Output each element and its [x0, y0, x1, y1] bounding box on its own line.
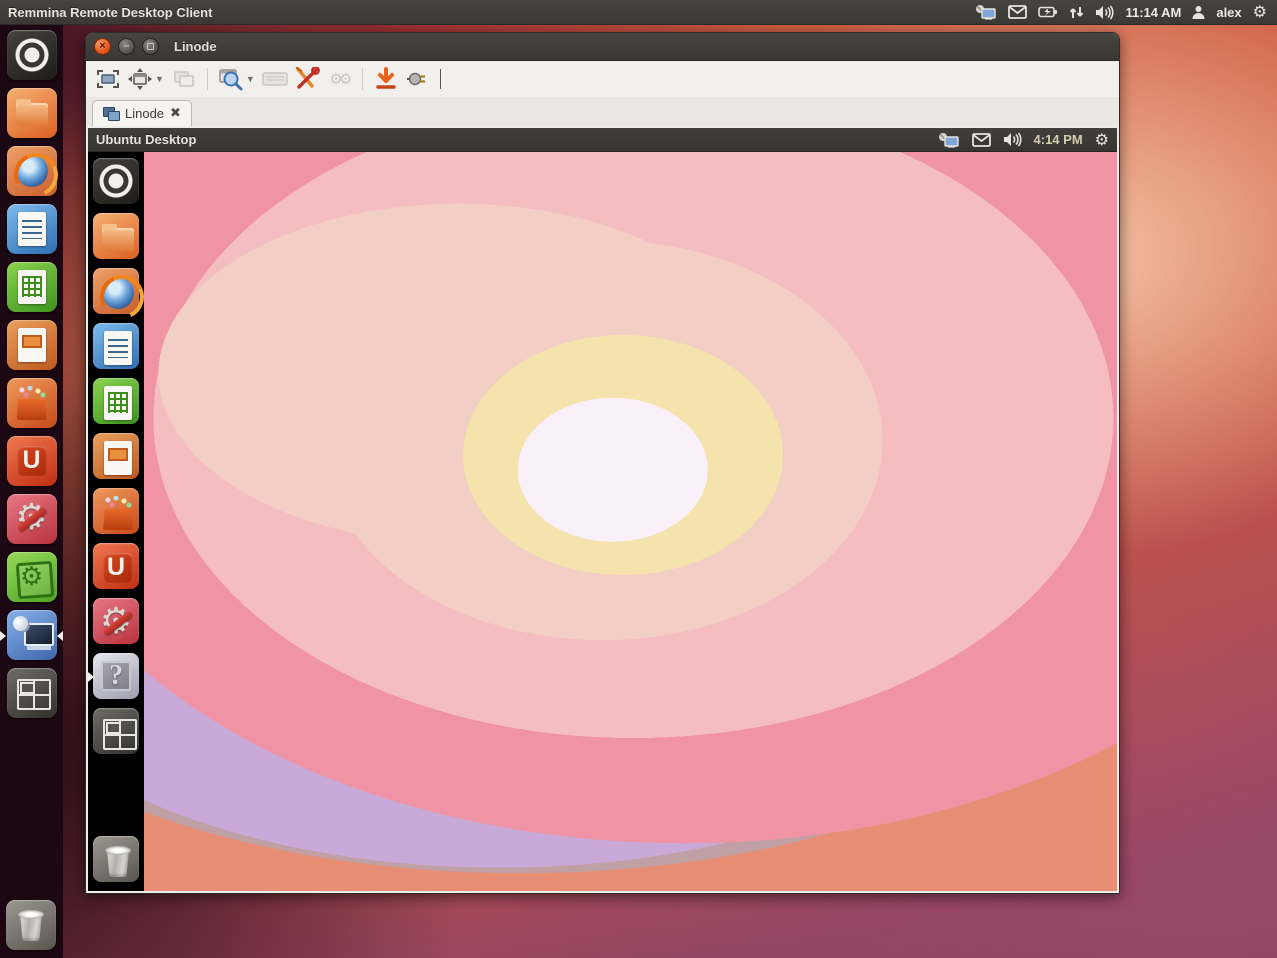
volume-indicator-icon[interactable]: [1095, 5, 1114, 20]
window-minimize-button[interactable]: –: [118, 38, 135, 55]
ubuntu-software-center-launcher[interactable]: [93, 488, 139, 534]
scaled-mode-button[interactable]: [217, 65, 245, 93]
toolbar-separator: [207, 68, 208, 90]
remote-unity-launcher: [88, 152, 144, 891]
ubuntu-software-center-launcher[interactable]: [7, 378, 57, 428]
host-clock[interactable]: 11:14 AM: [1125, 5, 1181, 20]
remmina-toolbar: ▼ ▼ ⚙⚙: [86, 61, 1119, 97]
dash-home-button[interactable]: [7, 30, 57, 80]
remmina-window: × – Linode ▼ ▼ ⚙⚙: [85, 32, 1120, 894]
remote-top-panel: Ubuntu Desktop 4:14 PM ⚙: [88, 128, 1117, 152]
trash-launcher[interactable]: [93, 836, 139, 882]
active-app-title: Remmina Remote Desktop Client: [0, 5, 212, 20]
ubuntu-one-launcher[interactable]: [7, 436, 57, 486]
preferences-button: ⚙⚙: [325, 65, 353, 93]
window-titlebar[interactable]: × – Linode: [86, 33, 1119, 61]
network-traffic-indicator-icon[interactable]: [1069, 5, 1084, 20]
libreoffice-calc-launcher[interactable]: [93, 378, 139, 424]
scaled-mode-dropdown[interactable]: ▼: [246, 74, 255, 84]
toggle-fullscreen-button[interactable]: [94, 65, 122, 93]
remote-desktop-area[interactable]: [88, 152, 1117, 891]
home-folder-launcher[interactable]: [93, 213, 139, 259]
system-settings-launcher[interactable]: [93, 598, 139, 644]
window-maximize-button[interactable]: [142, 38, 159, 55]
firefox-launcher[interactable]: [7, 146, 57, 196]
remote-clock[interactable]: 4:14 PM: [1034, 132, 1083, 147]
tab-linode[interactable]: Linode ✖: [92, 100, 192, 126]
mail-indicator-icon[interactable]: [972, 133, 991, 147]
tab-label: Linode: [125, 106, 164, 121]
mail-indicator-icon[interactable]: [1008, 5, 1027, 19]
remmina-launcher[interactable]: [7, 610, 57, 660]
gears-icon: ⚙⚙: [329, 70, 348, 88]
host-unity-launcher: [0, 25, 63, 958]
window-title: Linode: [174, 39, 217, 54]
remote-session-icon: [103, 107, 119, 120]
battery-indicator-icon[interactable]: [1038, 6, 1058, 18]
focused-indicator-arrow: [57, 631, 63, 641]
tools-button[interactable]: [293, 65, 321, 93]
screenshot-button[interactable]: [372, 65, 400, 93]
ubuntu-one-launcher[interactable]: [93, 543, 139, 589]
libreoffice-writer-launcher[interactable]: [7, 204, 57, 254]
fit-window-dropdown[interactable]: ▼: [155, 74, 164, 84]
libreoffice-calc-launcher[interactable]: [7, 262, 57, 312]
fit-window-button[interactable]: [126, 65, 154, 93]
disconnect-button[interactable]: [404, 65, 432, 93]
volume-indicator-icon[interactable]: [1003, 132, 1022, 147]
workspace-switcher-launcher[interactable]: [7, 668, 57, 718]
libreoffice-impress-launcher[interactable]: [93, 433, 139, 479]
remote-indicator-tray: 4:14 PM ⚙: [938, 132, 1117, 148]
remote-panel-title: Ubuntu Desktop: [88, 132, 196, 147]
host-top-panel: Remmina Remote Desktop Client 11:14 AM a…: [0, 0, 1277, 25]
remote-desktop-indicator-icon[interactable]: [938, 132, 960, 148]
dash-home-button[interactable]: [93, 158, 139, 204]
libreoffice-impress-launcher[interactable]: [7, 320, 57, 370]
tab-close-icon[interactable]: ✖: [170, 106, 181, 121]
session-user-name[interactable]: alex: [1216, 5, 1241, 20]
libreoffice-writer-launcher[interactable]: [93, 323, 139, 369]
software-updater-launcher[interactable]: [7, 552, 57, 602]
toolbar-separator: [362, 68, 363, 90]
focus-caret: [440, 69, 441, 89]
session-gear-icon[interactable]: ⚙: [1095, 132, 1109, 148]
remote-viewport[interactable]: Ubuntu Desktop 4:14 PM ⚙: [86, 126, 1119, 893]
trash-launcher[interactable]: [6, 900, 56, 950]
grab-keyboard-button: [261, 65, 289, 93]
connection-tabstrip: Linode ✖: [86, 97, 1119, 126]
system-settings-launcher[interactable]: [7, 494, 57, 544]
running-indicator-arrow: [0, 631, 6, 641]
remote-desktop-wallpaper: [88, 152, 1117, 891]
remote-desktop-indicator-icon[interactable]: [975, 4, 997, 20]
window-close-button[interactable]: ×: [94, 38, 111, 55]
workspace-switcher-launcher[interactable]: [93, 708, 139, 754]
user-icon: [1192, 5, 1205, 19]
host-indicator-tray: 11:14 AM alex ⚙: [975, 4, 1277, 20]
home-folder-launcher[interactable]: [7, 88, 57, 138]
duplicate-connection-button: [170, 65, 198, 93]
unknown-window-launcher[interactable]: [93, 653, 139, 699]
session-gear-icon[interactable]: ⚙: [1253, 4, 1267, 20]
firefox-launcher[interactable]: [93, 268, 139, 314]
focused-indicator-arrow: [88, 672, 94, 682]
